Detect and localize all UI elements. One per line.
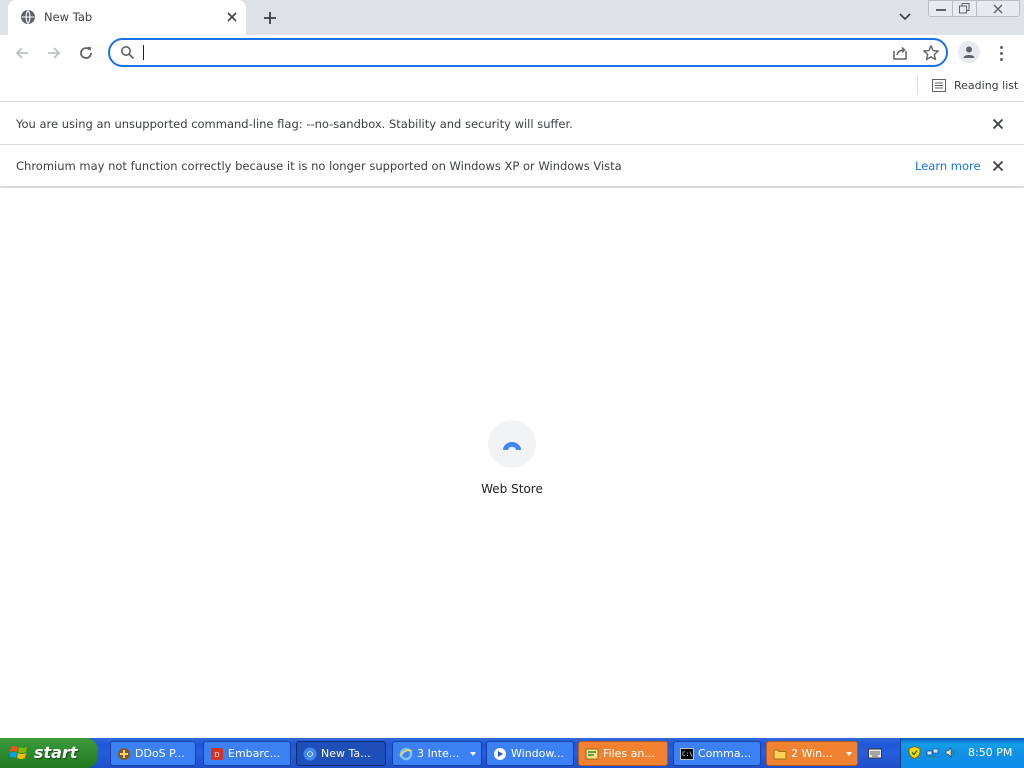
embarcadero-icon: D (211, 748, 223, 760)
files-icon (585, 748, 599, 760)
chromium-icon (303, 747, 317, 761)
reading-list-icon (932, 78, 946, 92)
security-shield-icon[interactable] (908, 746, 921, 759)
group-arrow-icon (846, 752, 852, 756)
close-icon (993, 4, 1003, 13)
address-input[interactable] (142, 43, 872, 62)
new-tab-page: Web Store (0, 188, 1024, 734)
chevron-down-icon (899, 13, 911, 21)
close-icon[interactable] (990, 158, 1006, 174)
tab-search-button[interactable] (894, 6, 916, 28)
tile-icon-background (488, 420, 536, 468)
minimize-button[interactable] (928, 0, 953, 17)
internet-explorer-icon (399, 747, 413, 761)
taskbar-item-label: 3 Inte... (417, 747, 460, 760)
taskbar-item-label: Comma... (698, 747, 752, 760)
taskbar-item-command-prompt[interactable]: C:\ Comma... (673, 741, 761, 766)
search-icon (121, 46, 135, 60)
taskbar-item-windows-explorer[interactable]: 2 Win... (766, 741, 858, 766)
tray-clock: 8:50 PM (968, 746, 1013, 759)
svg-text:D: D (214, 751, 219, 759)
restore-button[interactable] (952, 0, 977, 17)
close-icon[interactable] (990, 116, 1006, 132)
menu-dot-icon (999, 51, 1003, 55)
taskbar-item-label: New Ta... (321, 747, 371, 760)
taskbar-item-label: 2 Win... (791, 747, 833, 760)
infobar-sandbox-warning: You are using an unsupported command-lin… (0, 103, 1024, 145)
reading-list-label: Reading list (954, 78, 1019, 92)
bookmarks-divider (917, 76, 918, 94)
menu-dot-icon (999, 57, 1003, 61)
shortcut-tile-web-store[interactable]: Web Store (472, 420, 552, 500)
taskbar-item-label: Embarc... (228, 747, 281, 760)
tab-strip: New Tab (0, 0, 1024, 35)
web-store-icon (503, 442, 521, 450)
person-icon (963, 46, 975, 58)
start-button[interactable]: start (0, 738, 98, 768)
infobar-unsupported-os: Chromium may not function correctly beca… (0, 145, 1024, 187)
address-bar[interactable] (108, 38, 948, 67)
taskbar-item-files[interactable]: Files an... (578, 741, 668, 766)
command-prompt-icon: C:\ (680, 748, 694, 760)
bookmark-star-icon[interactable] (922, 44, 940, 62)
media-player-icon (494, 748, 506, 760)
folder-icon (773, 749, 787, 760)
taskbar-item-label: Window... (511, 747, 564, 760)
taskbar-item-ddos[interactable]: DDoS P... (110, 741, 196, 766)
infobar-message: Chromium may not function correctly beca… (16, 159, 622, 173)
tab-close-icon[interactable] (224, 9, 240, 25)
back-button[interactable] (9, 40, 35, 66)
menu-dot-icon (999, 45, 1003, 49)
keyboard-icon[interactable] (868, 747, 882, 759)
plus-icon (264, 12, 276, 24)
tab-new-tab[interactable]: New Tab (8, 0, 246, 35)
toolbar (0, 35, 1024, 71)
system-tray: 8:50 PM (900, 738, 1024, 768)
reload-button[interactable] (73, 40, 99, 66)
taskbar-item-new-tab[interactable]: New Ta... (296, 741, 386, 766)
taskbar-item-embarcadero[interactable]: D Embarc... (203, 741, 291, 766)
profile-button[interactable] (958, 41, 980, 63)
reload-icon (80, 46, 92, 59)
taskbar-item-label: Files an... (603, 747, 655, 760)
arrow-right-icon (48, 47, 61, 59)
close-window-button[interactable] (976, 0, 1020, 17)
globe-icon (21, 10, 35, 24)
start-label: start (34, 743, 78, 762)
svg-text:C:\: C:\ (682, 751, 693, 758)
volume-icon[interactable] (944, 746, 957, 759)
taskbar-item-internet-explorer[interactable]: 3 Inte... (392, 741, 482, 766)
forward-button[interactable] (41, 40, 67, 66)
infobar-message: You are using an unsupported command-lin… (16, 117, 573, 131)
taskbar-item-windows-media[interactable]: Window... (486, 741, 574, 766)
text-caret (143, 45, 144, 60)
group-arrow-icon (470, 752, 476, 756)
minimize-icon (935, 8, 946, 11)
taskbar: start DDoS P... D Embarc... New Ta... 3 … (0, 738, 1024, 768)
restore-icon (959, 3, 970, 14)
arrow-left-icon (15, 47, 28, 59)
browser-menu-button[interactable] (994, 41, 1008, 65)
learn-more-link[interactable]: Learn more (915, 159, 981, 173)
ddos-app-icon (118, 748, 130, 760)
network-icon[interactable] (926, 746, 939, 759)
tile-label: Web Store (481, 482, 543, 496)
taskbar-item-label: DDoS P... (135, 747, 185, 760)
reading-list-button[interactable]: Reading list (928, 74, 1022, 96)
share-icon[interactable] (891, 44, 909, 62)
windows-flag-icon (10, 746, 27, 759)
tab-title: New Tab (44, 10, 93, 24)
bookmarks-bar: Reading list (0, 71, 1024, 102)
new-tab-button[interactable] (258, 6, 282, 30)
